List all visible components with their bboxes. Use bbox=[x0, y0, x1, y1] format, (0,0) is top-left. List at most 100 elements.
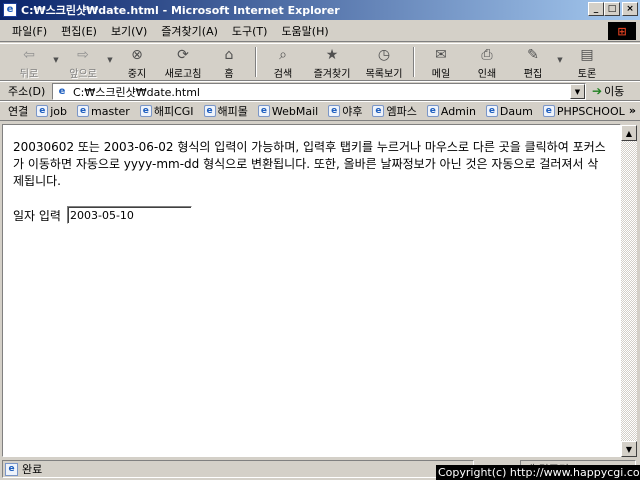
link-phpschool[interactable]: e PHPSCHOOL bbox=[542, 104, 625, 118]
link-page-icon: e bbox=[36, 105, 49, 117]
forward-label: 앞으로 bbox=[69, 69, 97, 80]
refresh-icon: ⟳ bbox=[177, 47, 189, 63]
favorites-icon: ★ bbox=[325, 47, 339, 63]
mail-label: 메일 bbox=[431, 69, 451, 80]
link-page-icon: e bbox=[139, 105, 152, 117]
link-admin[interactable]: e Admin bbox=[426, 105, 476, 118]
window-title: C:₩스크린샷₩date.html - Microsoft Internet E… bbox=[21, 4, 340, 17]
link-label: job bbox=[50, 104, 68, 118]
history-icon: ◷ bbox=[377, 47, 391, 63]
link-page-icon: e bbox=[203, 105, 216, 117]
address-input[interactable]: e C:₩스크린샷₩date.html ▼ bbox=[52, 83, 586, 100]
forward-arrow-icon: ⇨ bbox=[77, 47, 89, 63]
stop-button[interactable]: ⊗ 중지 bbox=[114, 44, 160, 80]
menu-help[interactable]: 도움말(H) bbox=[281, 23, 328, 39]
link-webmail[interactable]: e WebMail bbox=[257, 104, 319, 118]
link-label: PHPSCHOOL bbox=[556, 104, 625, 118]
link-label: WebMail bbox=[271, 104, 319, 118]
scroll-down-icon[interactable]: ▼ bbox=[621, 441, 637, 457]
maximize-button[interactable]: □ bbox=[604, 2, 620, 16]
search-label: 검색 bbox=[273, 69, 293, 80]
links-label: 연결 bbox=[8, 105, 29, 118]
menu-edit[interactable]: 편집(E) bbox=[61, 23, 97, 39]
link-page-icon: e bbox=[542, 105, 555, 117]
links-bar: 연결 e job e master e 해피CGI e 해피몰 e WebMail e 야후… bbox=[0, 101, 640, 121]
link-page-icon: e bbox=[426, 105, 439, 117]
date-row: 일자 입력 bbox=[13, 206, 610, 224]
print-button[interactable]: ⎙ 인쇄 bbox=[464, 44, 510, 80]
mail-button[interactable]: ✉ 메일 bbox=[418, 44, 464, 80]
stop-label: 중지 bbox=[127, 69, 147, 80]
link-page-icon: e bbox=[372, 105, 385, 117]
link-empas[interactable]: e 엠파스 bbox=[372, 103, 417, 119]
forward-button[interactable]: ⇨ 앞으로 bbox=[60, 44, 106, 80]
search-button[interactable]: ⌕ 검색 bbox=[260, 44, 306, 80]
status-panel: e 완료 bbox=[2, 460, 474, 478]
link-daum[interactable]: e Daum bbox=[485, 104, 533, 118]
window-controls: _ □ × bbox=[588, 2, 638, 16]
discuss-icon: ▤ bbox=[580, 47, 594, 63]
edit-dropdown-icon[interactable]: ▼ bbox=[556, 56, 564, 64]
address-dropdown-icon[interactable]: ▼ bbox=[570, 84, 585, 99]
menu-tools[interactable]: 도구(T) bbox=[232, 23, 268, 39]
link-job[interactable]: e job bbox=[36, 105, 67, 118]
address-bar: 주소(D) e C:₩스크린샷₩date.html ▼ ➔ 이동 bbox=[0, 81, 640, 101]
link-label: 해피몰 bbox=[217, 105, 248, 118]
mail-icon: ✉ bbox=[435, 47, 447, 63]
stop-icon: ⊗ bbox=[131, 47, 143, 63]
print-label: 인쇄 bbox=[477, 69, 497, 80]
edit-button[interactable]: ✎ 편집 bbox=[510, 44, 556, 80]
link-yahoo[interactable]: e 야후 bbox=[328, 103, 362, 119]
back-label: 뒤로 bbox=[19, 69, 39, 80]
go-button[interactable]: ➔ 이동 bbox=[592, 83, 624, 99]
favorites-button[interactable]: ★ 즐겨찾기 bbox=[306, 44, 358, 80]
address-value: C:₩스크린샷₩date.html bbox=[73, 85, 200, 99]
discuss-button[interactable]: ▤ 토론 bbox=[564, 44, 610, 80]
date-input[interactable] bbox=[66, 206, 192, 224]
menu-favorites[interactable]: 즐겨찾기(A) bbox=[161, 23, 218, 39]
address-label: 주소(D) bbox=[8, 85, 46, 98]
link-page-icon: e bbox=[485, 105, 498, 117]
refresh-button[interactable]: ⟳ 새로고침 bbox=[160, 44, 206, 80]
link-label: 야후 bbox=[342, 105, 363, 118]
link-page-icon: e bbox=[328, 105, 341, 117]
link-label: 해피CGI bbox=[153, 105, 194, 118]
page-content: 20030602 또는 2003-06-02 형식의 입력이 가능하며, 입력후… bbox=[2, 124, 621, 457]
link-label: Daum bbox=[499, 104, 533, 118]
minimize-button[interactable]: _ bbox=[588, 2, 604, 16]
home-icon: ⌂ bbox=[224, 47, 234, 63]
back-dropdown-icon[interactable]: ▼ bbox=[52, 56, 60, 64]
ie-icon: e bbox=[3, 3, 17, 17]
forward-dropdown-icon[interactable]: ▼ bbox=[106, 56, 114, 64]
vertical-scrollbar[interactable]: ▲ ▼ bbox=[621, 125, 637, 457]
go-label: 이동 bbox=[604, 85, 625, 98]
back-button[interactable]: ⇦ 뒤로 bbox=[6, 44, 52, 80]
link-happycgi[interactable]: e 해피CGI bbox=[139, 103, 194, 119]
date-label: 일자 입력 bbox=[13, 208, 61, 223]
description-text: 20030602 또는 2003-06-02 형식의 입력이 가능하며, 입력후… bbox=[13, 140, 606, 188]
toolbar-separator bbox=[255, 47, 257, 77]
page-status-icon: e bbox=[5, 462, 18, 476]
history-button[interactable]: ◷ 목록보기 bbox=[358, 44, 410, 80]
link-master[interactable]: e master bbox=[77, 105, 130, 118]
menu-view[interactable]: 보기(V) bbox=[111, 23, 147, 39]
edit-label: 편집 bbox=[523, 69, 543, 80]
scroll-up-icon[interactable]: ▲ bbox=[621, 125, 637, 141]
history-label: 목록보기 bbox=[365, 69, 403, 80]
search-icon: ⌕ bbox=[279, 47, 287, 63]
edit-icon: ✎ bbox=[527, 47, 539, 63]
printer-icon: ⎙ bbox=[481, 47, 493, 63]
link-happymall[interactable]: e 해피몰 bbox=[203, 103, 248, 119]
back-arrow-icon: ⇦ bbox=[23, 47, 35, 63]
home-button[interactable]: ⌂ 홈 bbox=[206, 44, 252, 80]
favorites-label: 즐겨찾기 bbox=[313, 69, 351, 80]
status-text: 완료 bbox=[22, 463, 43, 476]
toolbar: ⇦ 뒤로 ▼ ⇨ 앞으로 ▼ ⊗ 중지 ⟳ 새로고침 ⌂ 홈 ⌕ 검색 ★ 즐겨… bbox=[0, 43, 640, 81]
home-label: 홈 bbox=[224, 69, 234, 80]
discuss-label: 토론 bbox=[577, 69, 597, 80]
links-more-icon[interactable]: » bbox=[629, 104, 636, 117]
menu-file[interactable]: 파일(F) bbox=[12, 23, 47, 39]
link-label: 엠파스 bbox=[386, 105, 417, 118]
close-button[interactable]: × bbox=[622, 2, 638, 16]
link-page-icon: e bbox=[77, 105, 90, 117]
